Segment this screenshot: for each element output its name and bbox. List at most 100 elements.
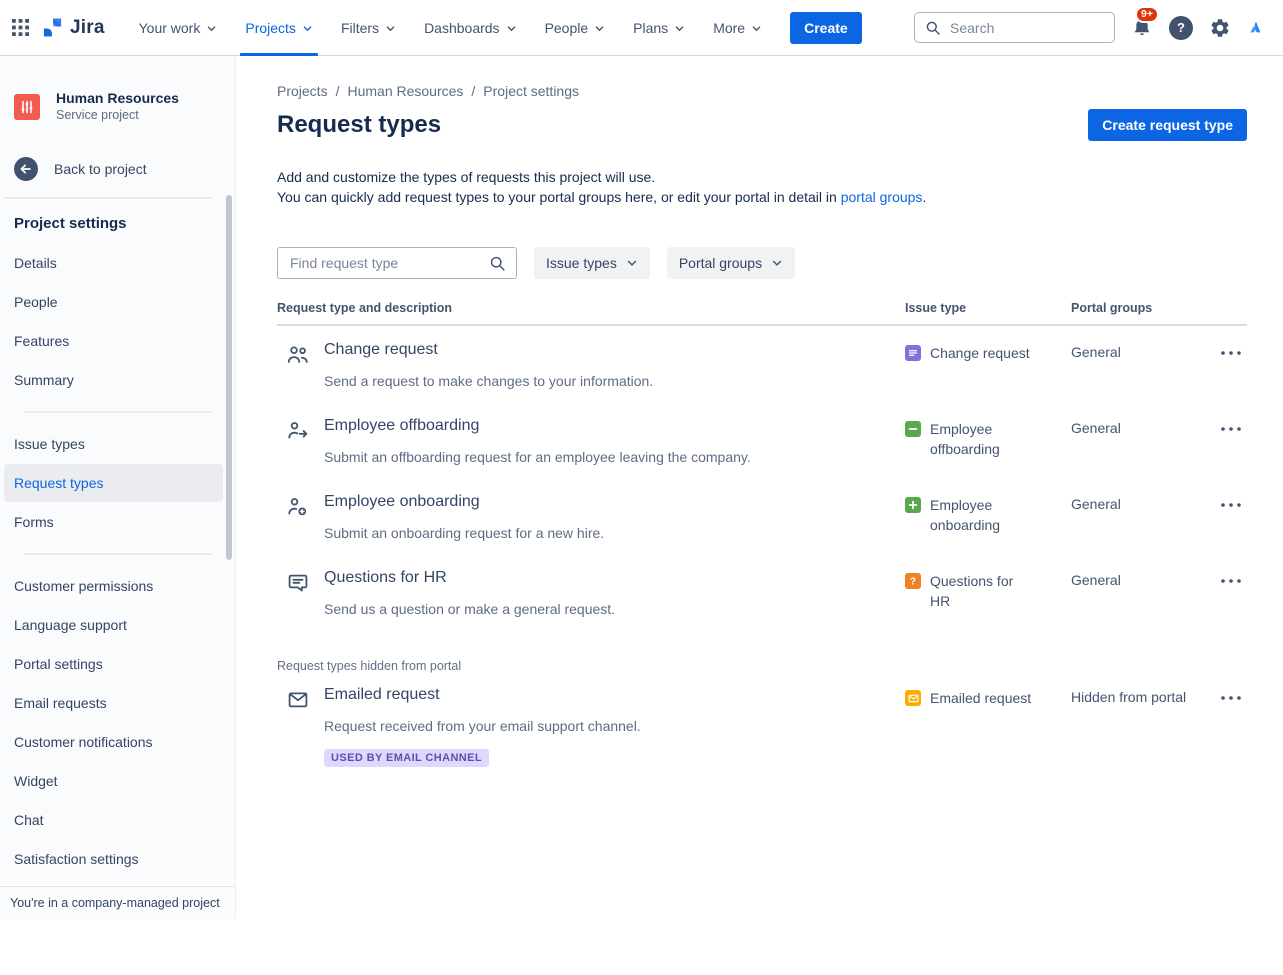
portal-group-value: General: [1071, 569, 1205, 619]
sidebar-item-people[interactable]: People: [4, 283, 223, 321]
request-type-link[interactable]: Employee offboarding: [324, 417, 479, 435]
jira-logo[interactable]: Jira: [37, 12, 113, 43]
sidebar-divider: [24, 411, 211, 413]
sidebar-item-forms[interactable]: Forms: [4, 503, 223, 541]
row-actions-button[interactable]: [1215, 688, 1247, 708]
primary-nav: Your work Projects Filters Dashboards People…: [125, 0, 776, 56]
portal-groups-link[interactable]: portal groups: [841, 189, 923, 205]
request-type-row: Change request Send a request to make cha…: [277, 326, 1247, 402]
nav-item-label: Filters: [341, 20, 379, 36]
nav-item-projects[interactable]: Projects: [240, 0, 318, 56]
search-icon: [489, 255, 506, 272]
create-request-type-button[interactable]: Create request type: [1088, 109, 1247, 141]
help-button[interactable]: ?: [1165, 12, 1197, 44]
profile-avatar[interactable]: [1243, 15, 1269, 41]
sidebar-item-email-requests[interactable]: Email requests: [4, 684, 223, 722]
breadcrumb-project[interactable]: Human Resources: [347, 83, 463, 99]
breadcrumb-separator: /: [328, 83, 348, 99]
breadcrumb-projects[interactable]: Projects: [277, 83, 328, 99]
request-type-description: Send a request to make changes to your i…: [324, 372, 905, 391]
sidebar-heading: Project settings: [0, 199, 235, 236]
project-name: Human Resources: [56, 90, 179, 107]
chevron-down-icon: [506, 23, 517, 34]
sidebar-item-language-support[interactable]: Language support: [4, 606, 223, 644]
row-actions-button[interactable]: [1215, 343, 1247, 363]
nav-right-icons: 9+ ?: [1127, 12, 1269, 44]
sidebar-item-chat[interactable]: Chat: [4, 801, 223, 839]
portal-group-value: Hidden from portal: [1071, 686, 1205, 767]
sidebar-item-summary[interactable]: Summary: [4, 361, 223, 399]
mail-icon: [277, 686, 324, 767]
nav-item-people[interactable]: People: [540, 0, 611, 56]
breadcrumb-settings[interactable]: Project settings: [483, 83, 579, 99]
create-button[interactable]: Create: [790, 12, 862, 44]
request-type-link[interactable]: Change request: [324, 341, 438, 359]
ellipsis-icon: [1219, 501, 1243, 509]
portal-groups-dropdown-label: Portal groups: [679, 255, 762, 271]
breadcrumb-separator: /: [463, 83, 483, 99]
gear-icon: [1209, 17, 1231, 39]
nav-item-your-work[interactable]: Your work: [134, 0, 223, 56]
used-by-email-badge: USED BY EMAIL CHANNEL: [324, 749, 489, 767]
portal-group-value: General: [1071, 493, 1205, 543]
settings-button[interactable]: [1205, 13, 1235, 43]
back-to-project[interactable]: Back to project: [14, 157, 221, 181]
comment-icon: [277, 569, 324, 619]
ellipsis-icon: [1219, 349, 1243, 357]
sidebar-item-satisfaction-settings[interactable]: Satisfaction settings: [4, 840, 223, 876]
sidebar-item-widget[interactable]: Widget: [4, 762, 223, 800]
request-type-link[interactable]: Questions for HR: [324, 569, 447, 587]
issue-type-label: Employee onboarding: [930, 495, 1036, 535]
sidebar-item-issue-types[interactable]: Issue types: [4, 425, 223, 463]
sidebar-item-customer-permissions[interactable]: Customer permissions: [4, 567, 223, 605]
issue-type-icon: [905, 497, 921, 513]
description-line2: You can quickly add request types to you…: [277, 189, 841, 205]
ellipsis-icon: [1219, 694, 1243, 702]
nav-item-label: People: [545, 20, 589, 36]
person-add-icon: [277, 493, 324, 543]
row-actions-button[interactable]: [1215, 419, 1247, 439]
project-avatar-icon: [14, 94, 40, 120]
request-type-row: Questions for HRSend us a question or ma…: [277, 554, 1247, 630]
column-portal-groups: Portal groups: [1071, 301, 1205, 315]
hidden-request-type-list: Emailed request Request received from you…: [277, 673, 1247, 778]
chevron-down-icon: [626, 257, 638, 269]
request-type-link[interactable]: Employee onboarding: [324, 493, 480, 511]
request-type-row: Employee offboardingSubmit an offboardin…: [277, 402, 1247, 478]
request-type-description: Submit an onboarding request for a new h…: [324, 524, 905, 543]
nav-item-dashboards[interactable]: Dashboards: [419, 0, 522, 56]
issue-types-dropdown[interactable]: Issue types: [534, 247, 650, 279]
sidebar-group: DetailsPeopleFeaturesSummary: [0, 244, 235, 399]
issue-type-label: Change request: [930, 343, 1036, 363]
portal-group-value: General: [1071, 417, 1205, 467]
request-type-description: Request received from your email support…: [324, 717, 905, 736]
hidden-section-label: Request types hidden from portal: [277, 659, 1247, 673]
sidebar-item-portal-settings[interactable]: Portal settings: [4, 645, 223, 683]
sidebar-item-request-types[interactable]: Request types: [4, 464, 223, 502]
nav-item-plans[interactable]: Plans: [628, 0, 690, 56]
row-actions-button[interactable]: [1215, 571, 1247, 591]
main-content: Projects / Human Resources / Project set…: [236, 56, 1283, 919]
project-settings-sidebar: Human Resources Service project Back to …: [0, 56, 236, 919]
issue-type-icon: [905, 421, 921, 437]
find-request-type-input[interactable]: [288, 254, 481, 272]
row-actions-button[interactable]: [1215, 495, 1247, 515]
person-leave-icon: [277, 417, 324, 467]
nav-item-more[interactable]: More: [708, 0, 767, 56]
nav-item-filters[interactable]: Filters: [336, 0, 401, 56]
sidebar-item-features[interactable]: Features: [4, 322, 223, 360]
request-type-link[interactable]: Emailed request: [324, 686, 440, 704]
request-type-row: Emailed request Request received from you…: [277, 673, 1247, 778]
breadcrumb: Projects / Human Resources / Project set…: [277, 56, 1247, 99]
ellipsis-icon: [1219, 577, 1243, 585]
sidebar-scrollbar[interactable]: [226, 195, 232, 560]
portal-groups-dropdown[interactable]: Portal groups: [667, 247, 795, 279]
app-switcher-icon[interactable]: [8, 15, 33, 40]
chevron-down-icon: [385, 23, 396, 34]
search-input[interactable]: [948, 19, 1104, 37]
notifications-button[interactable]: 9+: [1127, 13, 1157, 43]
project-type: Service project: [56, 107, 179, 123]
issue-type-icon: [905, 345, 921, 361]
sidebar-item-details[interactable]: Details: [4, 244, 223, 282]
sidebar-item-customer-notifications[interactable]: Customer notifications: [4, 723, 223, 761]
